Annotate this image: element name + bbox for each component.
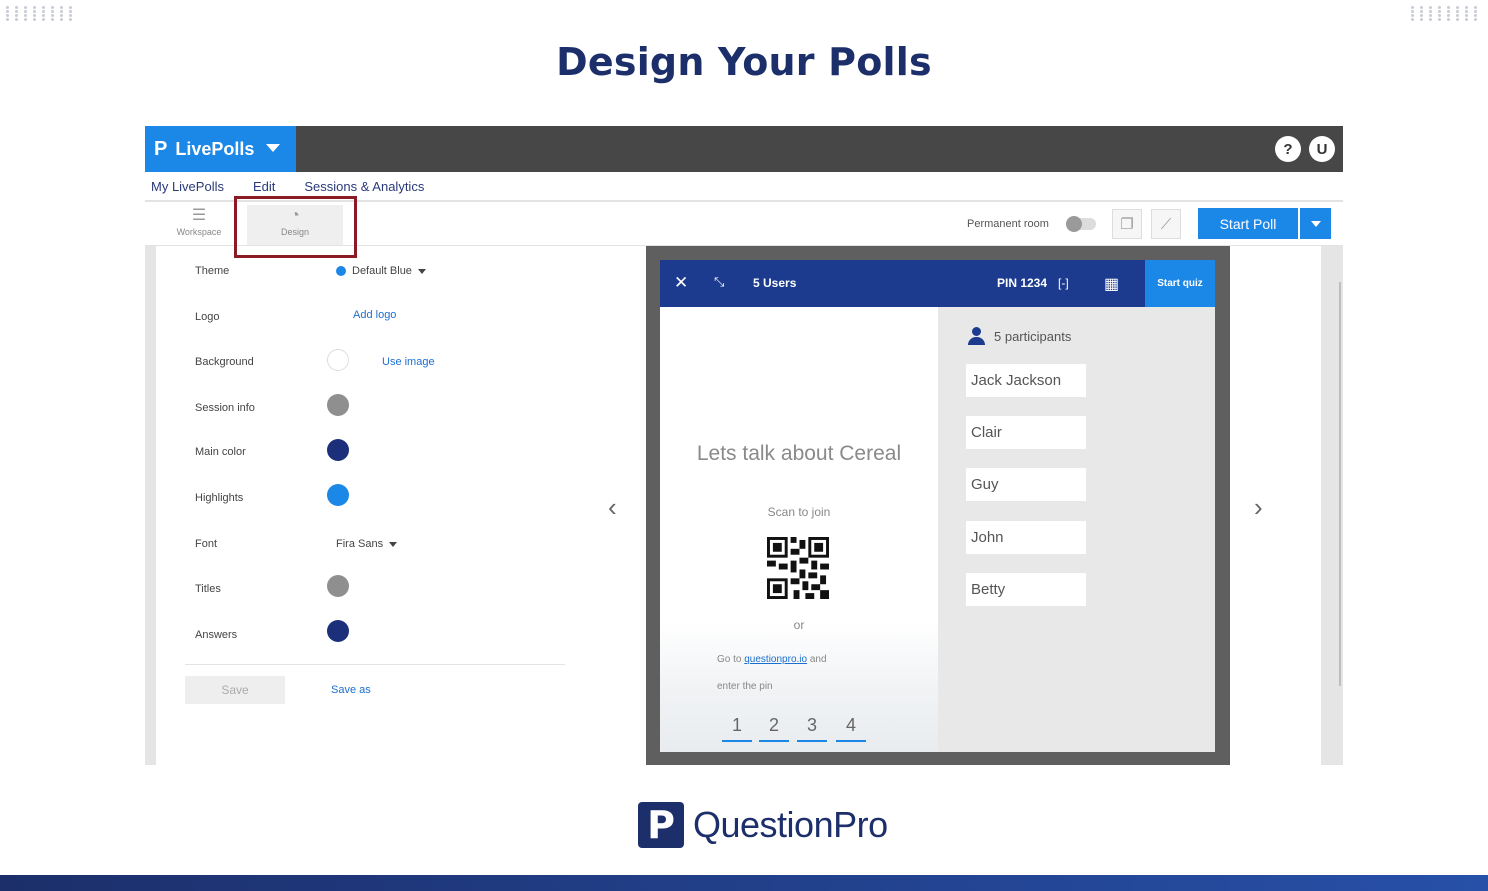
questionpro-logo: P QuestionPro [638, 802, 888, 848]
design-tab-highlight [234, 196, 357, 258]
qr-code-icon[interactable]: ▦ [1104, 274, 1119, 294]
menu-edit[interactable]: Edit [253, 179, 275, 194]
participant-item: Jack Jackson [966, 364, 1086, 397]
pin-digit: 2 [759, 715, 789, 742]
participants-panel: 5 participants Jack Jackson Clair Guy Jo… [938, 307, 1215, 752]
permanent-room-label: Permanent room [967, 218, 1049, 230]
font-label: Font [195, 538, 218, 550]
font-value: Fira Sans [336, 538, 384, 550]
menu-my-livepolls[interactable]: My LivePolls [151, 179, 224, 194]
main-color-swatch[interactable] [327, 439, 349, 461]
analytics-button[interactable]: ⟋ [1151, 209, 1181, 239]
go-to-label: Go to [717, 654, 742, 665]
start-poll-button[interactable]: Start Poll [1198, 208, 1298, 239]
titles-color-swatch[interactable] [327, 575, 349, 597]
tab-workspace[interactable]: ☰ Workspace [151, 205, 247, 245]
fullscreen-icon[interactable]: [-] [1058, 276, 1069, 290]
background-color-swatch[interactable] [327, 349, 349, 371]
livepolls-logo-icon: P [154, 137, 168, 160]
list-icon: ☰ [191, 207, 207, 224]
participants-header: 5 participants [968, 327, 1071, 345]
go-to-instructions: Go to questionpro.io and [717, 654, 827, 665]
or-label: or [793, 618, 805, 632]
copy-icon: ❐ [1120, 216, 1134, 233]
livepolls-logo-label: LivePolls [175, 138, 255, 159]
permanent-room-toggle[interactable] [1066, 216, 1096, 232]
theme-label: Theme [195, 265, 230, 277]
left-scroll-strip [145, 246, 156, 765]
start-quiz-button[interactable]: Start quiz [1145, 260, 1215, 307]
add-logo-link[interactable]: Add logo [353, 309, 396, 321]
expand-icon[interactable]: ⤡ [714, 274, 724, 290]
next-slide-arrow-icon[interactable]: › [1254, 492, 1263, 523]
answers-label: Answers [195, 629, 238, 641]
theme-select[interactable]: Default Blue [336, 265, 426, 277]
pin-digit: 1 [722, 715, 752, 742]
decorative-dots-left [6, 6, 77, 21]
pin-digit: 3 [797, 715, 827, 742]
session-info-color-swatch[interactable] [327, 394, 349, 416]
bottom-band [0, 875, 1488, 891]
person-icon [968, 327, 985, 345]
titles-label: Titles [195, 583, 221, 595]
theme-value: Default Blue [352, 265, 412, 277]
participant-item: Clair [966, 416, 1086, 449]
previous-slide-arrow-icon[interactable]: ‹ [608, 492, 617, 523]
theme-color-dot [336, 266, 346, 277]
use-image-link[interactable]: Use image [382, 356, 435, 368]
settings-divider [185, 664, 565, 665]
start-poll-dropdown[interactable] [1300, 208, 1331, 239]
font-select[interactable]: Fira Sans [336, 538, 398, 550]
right-scrollbar[interactable] [1321, 246, 1343, 765]
poll-title: Lets talk about Cereal [696, 442, 902, 465]
close-icon[interactable]: ✕ [674, 273, 688, 293]
menu-sessions-analytics[interactable]: Sessions & Analytics [304, 179, 424, 194]
chart-icon: ⟋ [1160, 215, 1172, 233]
livepolls-logo-dropdown[interactable]: P LivePolls [145, 126, 296, 172]
session-info-label: Session info [195, 402, 255, 414]
questionpro-logo-text: QuestionPro [693, 804, 888, 845]
questionpro-link[interactable]: questionpro.io [744, 654, 807, 665]
chevron-down-icon [266, 144, 280, 152]
background-label: Background [195, 356, 254, 368]
tab-workspace-label: Workspace [176, 227, 222, 237]
enter-pin-label: enter the pin [717, 681, 773, 692]
save-button[interactable]: Save [185, 676, 285, 704]
scan-to-join-label: Scan to join [767, 505, 831, 519]
participants-count: 5 participants [994, 328, 1072, 344]
poll-preview: ✕ ⤡ 5 Users PIN 1234 [-] ▦ Start quiz Le… [646, 246, 1230, 765]
help-button[interactable]: ? [1275, 136, 1301, 162]
chevron-down-icon [417, 268, 426, 274]
pin-label: PIN 1234 [997, 276, 1048, 290]
participant-item: Betty [966, 573, 1086, 606]
questionpro-logo-icon: P [638, 802, 684, 848]
livepolls-app-window: P LivePolls ? U My LivePolls Edit Sessio… [145, 126, 1343, 765]
users-count: 5 Users [753, 276, 797, 290]
preview-header: ✕ ⤡ 5 Users PIN 1234 [-] ▦ Start quiz [660, 260, 1215, 307]
preview-join-panel: Lets talk about Cereal Scan to join or G… [660, 307, 938, 752]
participant-item: John [966, 521, 1086, 554]
chevron-down-icon [389, 541, 398, 547]
top-bar: P LivePolls ? U [145, 126, 1343, 172]
and-label: and [809, 654, 827, 665]
main-color-label: Main color [195, 446, 246, 458]
highlights-color-swatch[interactable] [327, 484, 349, 506]
qr-code-image [767, 537, 829, 599]
copy-button[interactable]: ❐ [1112, 209, 1142, 239]
decorative-dots-right [1411, 6, 1482, 21]
logo-label: Logo [195, 311, 220, 323]
user-avatar-button[interactable]: U [1309, 136, 1335, 162]
participant-item: Guy [966, 468, 1086, 501]
answers-color-swatch[interactable] [327, 620, 349, 642]
save-as-link[interactable]: Save as [331, 684, 371, 696]
pin-digit: 4 [836, 715, 866, 742]
highlights-label: Highlights [195, 492, 244, 504]
page-title: Design Your Polls [556, 40, 932, 84]
